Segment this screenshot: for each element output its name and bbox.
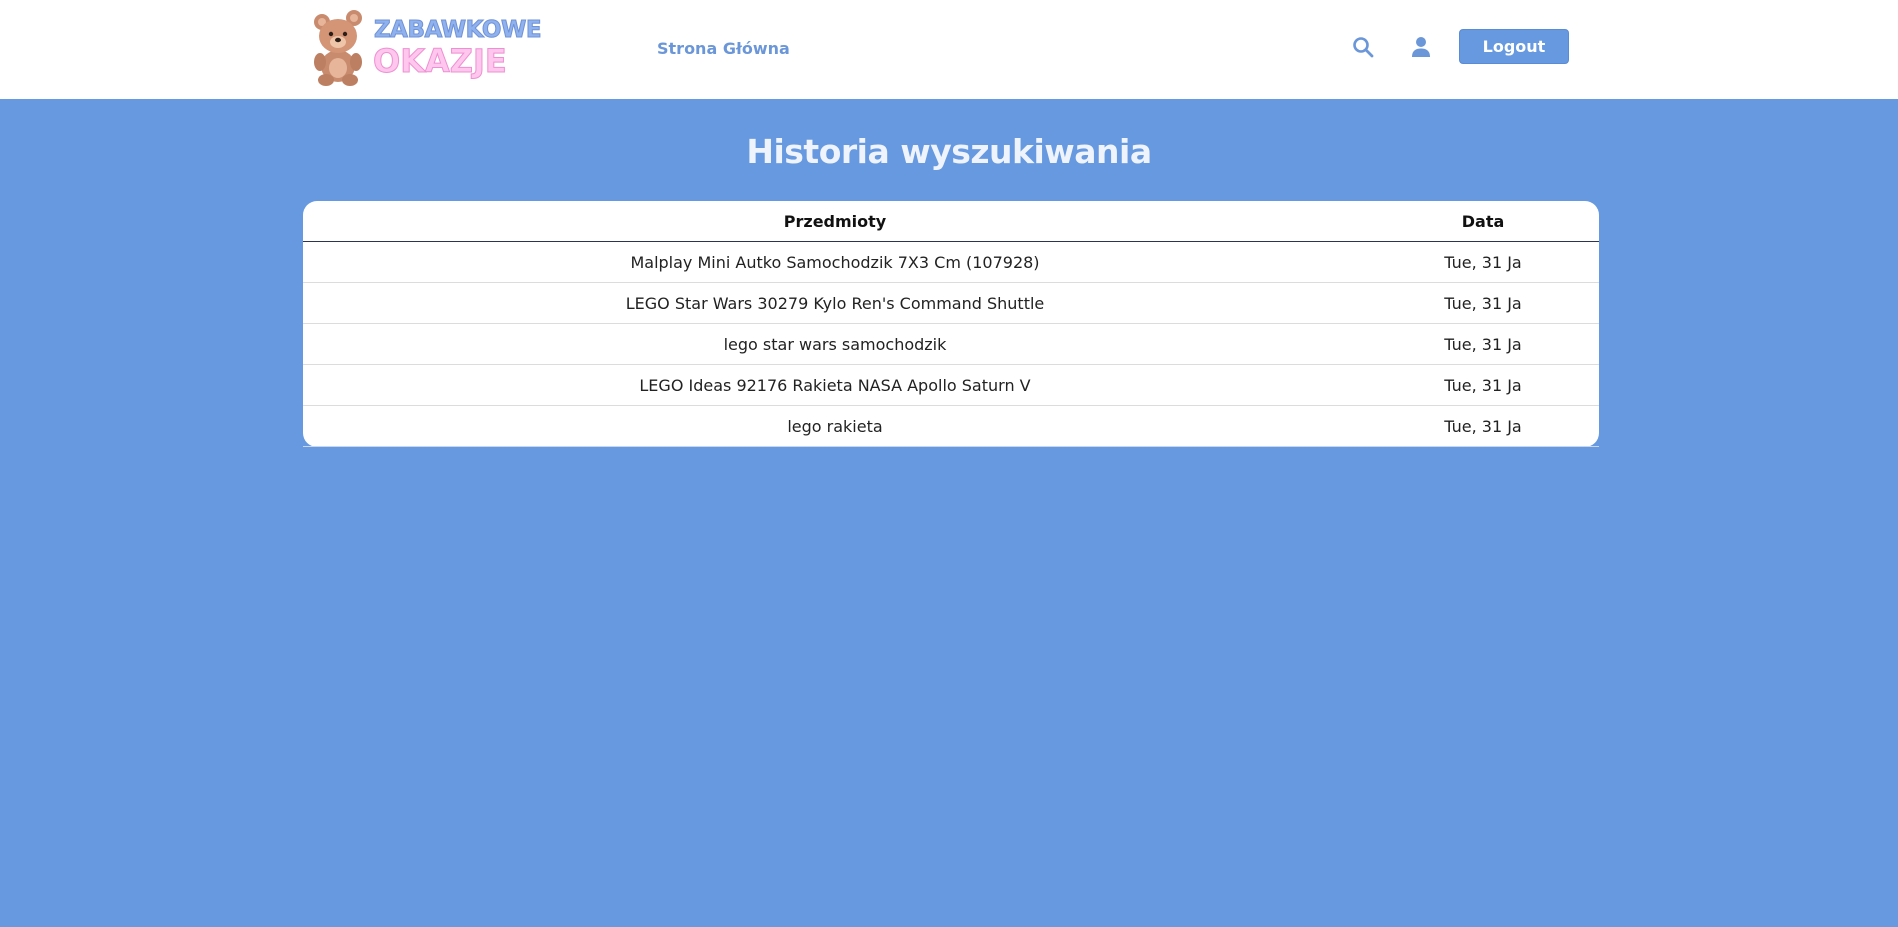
table-row[interactable]: LEGO Ideas 92176 Rakieta NASA Apollo Sat… (303, 364, 1599, 406)
table-cell-item: LEGO Star Wars 30279 Kylo Ren's Command … (303, 282, 1367, 324)
search-icon (1353, 37, 1374, 58)
table-cell-date: Tue, 31 Ja (1367, 241, 1599, 283)
table-cell-item: Malplay Mini Autko Samochodzik 7X3 Cm (1… (303, 241, 1367, 283)
teddy-bear-icon (314, 10, 362, 86)
table-row[interactable]: LEGO Star Wars 30279 Kylo Ren's Command … (303, 282, 1599, 324)
page-title: Historia wyszukiwania (746, 132, 1152, 171)
top-navbar: ZABAWKOWE OKAZJE Strona Główna Logout (0, 0, 1898, 99)
table-cell-item: lego rakieta (787, 416, 883, 436)
table-cell-date: Tue, 31 Ja (1367, 364, 1599, 406)
table-cell-date: Tue, 31 Ja (1444, 416, 1522, 436)
table-row[interactable]: Malplay Mini Autko Samochodzik 7X3 Cm (1… (303, 241, 1599, 283)
table-cell-item: LEGO Ideas 92176 Rakieta NASA Apollo Sat… (303, 364, 1367, 406)
table-header-row: Przedmioty Data (303, 201, 1599, 242)
search-button[interactable] (1350, 34, 1376, 60)
logo-text-line2: OKAZJE (373, 42, 508, 80)
user-icon (1412, 37, 1430, 57)
logo-text-line1: ZABAWKOWE (373, 17, 542, 43)
table-cell-date: Tue, 31 Ja (1367, 282, 1599, 324)
column-header-date: Data (1367, 201, 1599, 242)
table-cell-date: Tue, 31 Ja (1367, 323, 1599, 365)
table-cell-item: lego star wars samochodzik (303, 323, 1367, 365)
user-account-button[interactable] (1408, 34, 1434, 60)
logout-button[interactable]: Logout (1459, 29, 1569, 64)
table-bottom-divider (303, 446, 1599, 447)
nav-link-home[interactable]: Strona Główna (657, 39, 790, 58)
table-row[interactable]: lego rakieta Tue, 31 Ja (303, 406, 1599, 447)
site-logo[interactable]: ZABAWKOWE OKAZJE (308, 10, 542, 86)
table-row[interactable]: lego star wars samochodzik Tue, 31 Ja (303, 323, 1599, 365)
column-header-items: Przedmioty (303, 201, 1367, 242)
search-history-table: Przedmioty Data Malplay Mini Autko Samoc… (303, 201, 1599, 447)
